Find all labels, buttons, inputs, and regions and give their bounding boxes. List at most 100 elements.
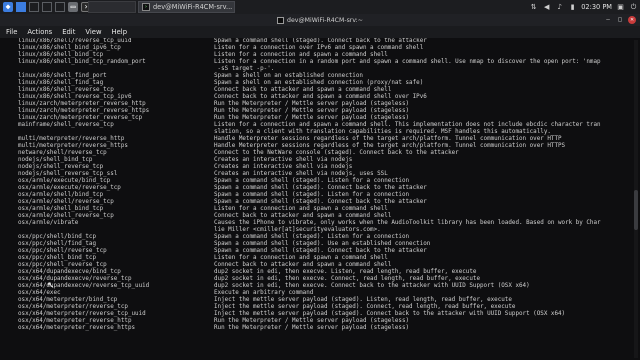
app-menu-icon[interactable]: ◆ xyxy=(3,2,13,12)
maximize-icon[interactable]: □ xyxy=(616,16,624,24)
terminal-window: dev@MiWiFi-R4CM-srv:~ — □ ✕ File Actions… xyxy=(0,14,640,360)
payload-description: Connect back to attacker and spawn a com… xyxy=(214,94,427,100)
payload-name: osx/x64/exec xyxy=(18,290,61,296)
mouse-cursor-icon: ↖ xyxy=(47,281,55,291)
payload-description: slation, so a client with translation ca… xyxy=(214,129,551,135)
payload-description: -sS target -p-'. xyxy=(214,66,275,72)
payload-description: Handle Meterpreter sessions regardless o… xyxy=(214,136,562,142)
payload-name: osx/ppc/shell/bind_tcp xyxy=(18,234,97,240)
terminal-row: osx/armle/execute/reverse_tcp Spawn a com… xyxy=(18,185,640,192)
payload-description: Inject the mettle server payload (staged… xyxy=(214,297,512,303)
terminal-output[interactable]: linux/x86/shell/reverse_tcp_uuid Spawn a … xyxy=(0,38,640,360)
window-controls: — □ ✕ xyxy=(604,16,636,24)
menu-file[interactable]: File xyxy=(6,28,17,36)
power-icon[interactable]: ⏻ xyxy=(629,3,638,12)
payload-name: osx/armle/vibrate xyxy=(18,220,79,226)
window-titlebar[interactable]: dev@MiWiFi-R4CM-srv:~ — □ ✕ xyxy=(0,14,640,26)
payload-description: Connect back to attacker and spawn a com… xyxy=(214,87,392,93)
terminal-row: linux/x86/shell_bind_tcp_random_port List… xyxy=(18,59,640,66)
terminal-row: osx/x64/meterpreter/bind_tcp Inject the m… xyxy=(18,297,640,304)
payload-name: nodejs/shell_bind_tcp xyxy=(18,157,93,163)
minimize-icon[interactable]: — xyxy=(604,16,612,24)
network-icon[interactable]: ⇅ xyxy=(529,3,538,12)
payload-name: osx/armle/shell/bind_tcp xyxy=(18,192,104,198)
payload-name: linux/x86/shell/reverse_tcp_uuid xyxy=(18,38,132,44)
scrollbar[interactable] xyxy=(634,40,638,358)
payload-description: Creates an interactive shell via nodejs,… xyxy=(214,171,388,177)
payload-name: linux/zarch/meterpreter_reverse_tcp xyxy=(18,115,143,121)
terminal-row: linux/x86/shell_find_port Spawn a shell o… xyxy=(18,73,640,80)
payload-description: Run the Meterpreter / Mettle server payl… xyxy=(214,108,410,114)
terminal-row: osx/armle/shell/reverse_tcp Spawn a comma… xyxy=(18,199,640,206)
workspace-2[interactable] xyxy=(29,2,39,12)
terminal-row: osx/x64/meterpreter/reverse_tcp Inject th… xyxy=(18,304,640,311)
payload-name: osx/ppc/shell/reverse_tcp xyxy=(18,248,107,254)
menu-help[interactable]: Help xyxy=(112,28,128,36)
lock-icon[interactable]: ▣ xyxy=(616,3,625,12)
payload-name: osx/x64/meterpreter_reverse_https xyxy=(18,325,136,331)
terminal-row: nodejs/shell_reverse_tcp Creates an inter… xyxy=(18,164,640,171)
close-icon[interactable]: ✕ xyxy=(628,16,636,24)
scrollbar-thumb[interactable] xyxy=(634,190,638,230)
terminal-row: osx/x64/meterpreter_reverse_http Run the … xyxy=(18,318,640,325)
terminal-row: osx/armle/vibrate Causes the iPhone to vi… xyxy=(18,220,640,227)
payload-name: linux/zarch/meterpreter_reverse_https xyxy=(18,108,150,114)
workspace-3[interactable] xyxy=(42,2,52,12)
payload-description: Spawn a command shell (staged). Connect … xyxy=(214,185,427,191)
volume-icon[interactable]: ◀ xyxy=(542,3,551,12)
terminal-icon xyxy=(277,16,285,24)
payload-description: Listen for a connection and spawn a comm… xyxy=(214,255,388,261)
payload-description: dup2 socket in edi, then execve. Listen,… xyxy=(214,269,477,275)
payload-name: osx/x64/meterpreter_reverse_http xyxy=(18,318,132,324)
terminal-row: linux/x86/shell_find_tag Spawn a shell on… xyxy=(18,80,640,87)
terminal-row: nodejs/shell_reverse_tcp_ssl Creates an i… xyxy=(18,171,640,178)
bell-icon[interactable]: ♪ xyxy=(555,3,564,12)
terminal-row: linux/zarch/meterpreter_reverse_http Run … xyxy=(18,101,640,108)
file-manager-icon[interactable]: ▭ xyxy=(68,2,78,12)
terminal-row: nodejs/shell_bind_tcp Creates an interact… xyxy=(18,157,640,164)
menu-edit[interactable]: Edit xyxy=(62,28,75,36)
menubar: File Actions Edit View Help xyxy=(0,26,640,38)
menu-view[interactable]: View xyxy=(85,28,101,36)
payload-description: Spawn a command shell (staged). Listen f… xyxy=(214,178,410,184)
payload-description: Inject the mettle server payload (staged… xyxy=(214,304,516,310)
payload-description: dup2 socket in edi, then execve. Connect… xyxy=(214,283,530,289)
system-tray: ⇅ ◀ ♪ ▮ 02:30 PM ▣ ⏻ xyxy=(529,0,638,14)
payload-description: Spawn a command shell (staged). Connect … xyxy=(214,199,427,205)
terminal-row: linux/zarch/meterpreter_reverse_tcp Run t… xyxy=(18,115,640,122)
payload-name: osx/x64/dupandexecve/reverse_tcp xyxy=(18,276,132,282)
terminal-row: osx/ppc/shell/find_tag Spawn a command sh… xyxy=(18,241,640,248)
battery-icon[interactable]: ▮ xyxy=(568,3,577,12)
terminal-row: osx/x64/dupandexecve/bind_tcp dup2 socket… xyxy=(18,269,640,276)
payload-description: Listen for a connection and spawn a comm… xyxy=(214,206,388,212)
payload-description: Connect to the NetWare console (staged).… xyxy=(214,150,459,156)
workspace-4[interactable] xyxy=(55,2,65,12)
workspace-1[interactable] xyxy=(16,2,26,12)
taskbar-item-empty[interactable] xyxy=(88,1,136,13)
payload-name: osx/armle/shell_reverse_tcp xyxy=(18,213,114,219)
payload-name: osx/armle/shell_bind_tcp xyxy=(18,206,104,212)
payload-description: Spawn a command shell (staged). Use an e… xyxy=(214,241,431,247)
terminal-row: osx/ppc/shell_bind_tcp Listen for a conne… xyxy=(18,255,640,262)
payload-name: linux/x86/shell_reverse_tcp xyxy=(18,87,114,93)
payload-description: Connect back to attacker and spawn a com… xyxy=(214,262,392,268)
payload-name: multi/meterpreter/reverse_https xyxy=(18,143,128,149)
terminal-row: linux/x86/shell/reverse_tcp_uuid Spawn a … xyxy=(18,38,640,45)
payload-name: osx/ppc/shell/find_tag xyxy=(18,241,97,247)
payload-name: linux/zarch/meterpreter_reverse_http xyxy=(18,101,146,107)
taskbar-item-terminal[interactable]: › dev@MiWiFi-R4CM-srv... xyxy=(138,1,235,13)
terminal-row: linux/x86/shell_reverse_tcp Connect back … xyxy=(18,87,640,94)
payload-description: Spawn a command shell (staged). Connect … xyxy=(214,248,427,254)
clock[interactable]: 02:30 PM xyxy=(581,3,612,11)
terminal-row: multi/meterpreter/reverse_https Handle Me… xyxy=(18,143,640,150)
payload-description: Listen for a connection over IPv6 and sp… xyxy=(214,45,424,51)
payload-name: netware/shell/reverse_tcp xyxy=(18,150,107,156)
menu-actions[interactable]: Actions xyxy=(27,28,52,36)
terminal-row: osx/x64/exec Execute an arbitrary command xyxy=(18,290,640,297)
terminal-row: osx/armle/shell_bind_tcp Listen for a con… xyxy=(18,206,640,213)
terminal-row: slation, so a client with translation ca… xyxy=(18,129,640,136)
payload-description: Creates an interactive shell via nodejs xyxy=(214,164,353,170)
terminal-row: osx/armle/execute/bind_tcp Spawn a comman… xyxy=(18,178,640,185)
payload-description: Run the Meterpreter / Mettle server payl… xyxy=(214,101,410,107)
payload-name: nodejs/shell_reverse_tcp xyxy=(18,164,104,170)
